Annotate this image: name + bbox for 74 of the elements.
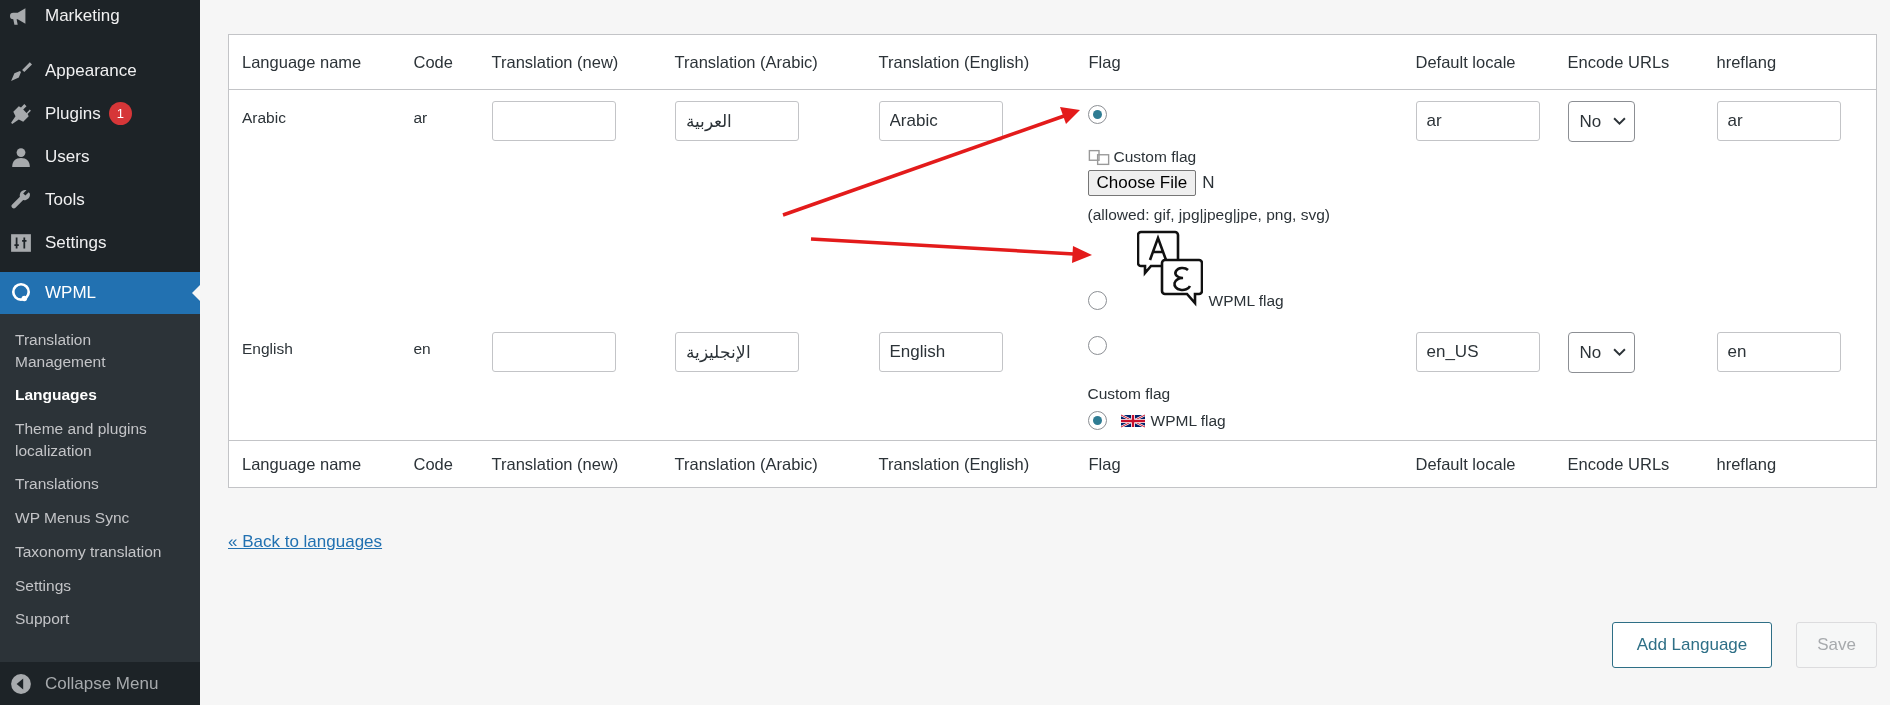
back-to-languages-link[interactable]: « Back to languages [228, 532, 383, 551]
translation-input[interactable] [491, 332, 616, 372]
hreflang-input[interactable]: en [1716, 332, 1841, 372]
column-footer: Translation (Arabic) [661, 440, 866, 488]
flag-preview-icon [1087, 148, 1110, 166]
submenu-item[interactable]: Translations [0, 468, 200, 503]
language-code: en [413, 340, 431, 358]
uk-flag-icon [1120, 413, 1145, 428]
choose-file-button[interactable]: Choose File [1087, 170, 1197, 196]
add-language-button[interactable]: Add Language [1611, 622, 1773, 668]
column-header: Translation (Arabic) [661, 34, 866, 90]
sliders-icon [10, 231, 32, 254]
language-code: ar [413, 109, 428, 127]
custom-flag-label: Custom flag [1113, 148, 1197, 166]
user-icon [10, 145, 32, 168]
chevron-down-icon [1612, 348, 1626, 357]
menu-item[interactable]: Tools [0, 178, 200, 221]
paintbrush-icon [10, 59, 32, 82]
submenu-item[interactable]: WP Menus Sync [0, 502, 200, 536]
default-locale-input[interactable]: ar [1415, 101, 1540, 141]
column-header: Code [400, 34, 479, 90]
column-footer: Encode URLs [1554, 440, 1704, 488]
collapse-icon [10, 672, 32, 695]
encode-urls-select[interactable]: No [1567, 332, 1635, 373]
column-footer: Translation (English) [865, 440, 1076, 488]
translation-input[interactable]: الإنجليزية [674, 332, 799, 372]
column-footer: Flag [1075, 440, 1403, 488]
column-header: Language name [228, 34, 401, 90]
column-header: Flag [1075, 34, 1403, 90]
column-footer: hreflang [1703, 440, 1877, 488]
file-status-text: N [1202, 173, 1215, 193]
menu-item[interactable]: Users [0, 135, 200, 178]
encode-urls-select[interactable]: No [1567, 101, 1635, 142]
menu-item[interactable]: WPML [0, 272, 200, 314]
column-header: Translation (new) [478, 34, 662, 90]
column-footer: Code [400, 440, 479, 488]
wrench-icon [10, 188, 32, 211]
translation-input[interactable]: العربية [674, 101, 799, 141]
submenu-item[interactable]: Theme and plugins localization [0, 413, 200, 469]
column-footer: Translation (new) [478, 440, 662, 488]
allowed-types-note: (allowed: gif, jpg|jpeg|jpe, png, svg) [1087, 206, 1331, 224]
custom-flag-radio[interactable] [1087, 335, 1107, 355]
submenu-item[interactable]: Taxonomy translation [0, 535, 200, 570]
wpml-flag-radio[interactable] [1087, 291, 1107, 310]
wpml-logo-icon [10, 282, 32, 304]
submenu-item[interactable]: Translation Management [0, 324, 200, 380]
submenu-item[interactable]: Languages [0, 379, 200, 414]
language-name: English [242, 340, 293, 358]
column-header: Default locale [1402, 34, 1555, 90]
column-footer: Default locale [1402, 440, 1555, 488]
translation-input[interactable] [491, 101, 616, 141]
column-header: Encode URLs [1554, 34, 1704, 90]
menu-item[interactable]: Appearance [0, 49, 200, 92]
plug-icon [10, 102, 32, 125]
custom-flag-label: Custom flag [1087, 385, 1171, 403]
translation-input[interactable]: English [878, 332, 1003, 372]
submenu-item[interactable]: Support [0, 603, 200, 637]
wpml-flag-radio[interactable] [1087, 411, 1107, 430]
wpml-flag-label: WPML flag [1150, 411, 1226, 430]
hreflang-input[interactable]: ar [1716, 101, 1841, 141]
chevron-down-icon [1612, 117, 1626, 126]
default-locale-input[interactable]: en_US [1415, 332, 1540, 372]
menu-item[interactable]: Marketing [0, 0, 200, 37]
column-header: hreflang [1703, 34, 1877, 90]
custom-flag-radio[interactable] [1087, 104, 1107, 124]
menu-item[interactable]: Settings [0, 221, 200, 264]
menu-item[interactable]: Plugins 1 [0, 92, 200, 135]
column-footer: Language name [228, 440, 401, 488]
update-count-badge: 1 [108, 102, 132, 125]
column-header: Translation (English) [865, 34, 1076, 90]
language-name: Arabic [242, 109, 286, 127]
wpml-flag-label: WPML flag [1208, 292, 1284, 310]
translation-input[interactable]: Arabic [878, 101, 1003, 141]
submenu-item[interactable]: Settings [0, 569, 200, 604]
